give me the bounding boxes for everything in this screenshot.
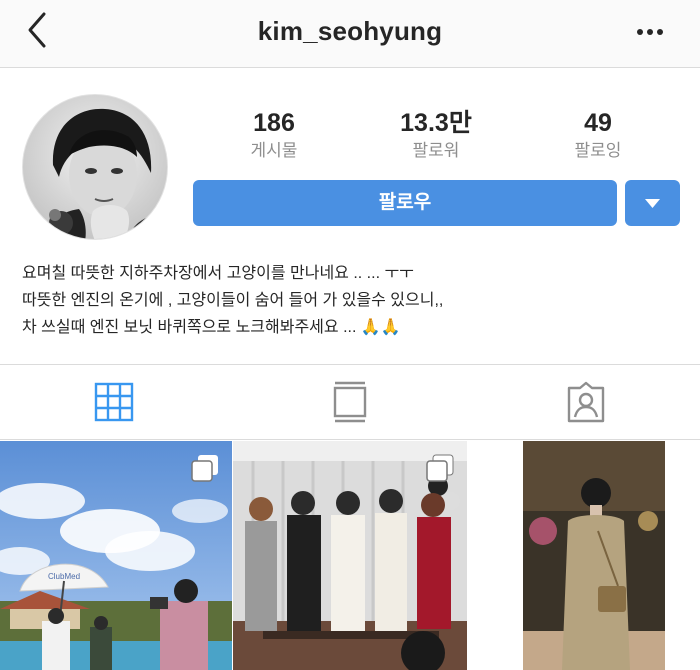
more-horizontal-icon [637, 29, 663, 35]
follow-button[interactable]: 팔로우 [193, 180, 617, 226]
multiple-photos-icon [426, 454, 454, 482]
caret-down-icon [645, 199, 660, 208]
followers-count: 13.3만 [400, 109, 472, 137]
profile-bio: 요며칠 따뜻한 지하주차장에서 고양이를 만나네요 .. ... ㅜㅜ 따뜻한 … [22, 260, 682, 341]
posts-count: 186 [253, 109, 295, 137]
following-label: 팔로잉 [574, 141, 622, 160]
top-nav-bar: kim_seohyung [0, 0, 700, 68]
bio-line: 따뜻한 엔진의 온기에 , 고양이들이 숨어 들어 가 있을수 있으니,, [22, 292, 444, 309]
stat-followers[interactable]: 13.3만 팔로워 [366, 108, 506, 163]
more-options-button[interactable] [630, 18, 670, 46]
post-image [468, 441, 700, 670]
profile-avatar[interactable] [22, 94, 168, 240]
avatar-photo [23, 95, 167, 239]
posts-grid: ClubMed [0, 441, 700, 670]
post-thumbnail[interactable]: ClubMed [0, 441, 232, 670]
followers-label: 팔로워 [412, 141, 460, 160]
stat-posts: 186 게시물 [204, 108, 344, 163]
bio-line: 차 쓰실때 엔진 보닛 바퀴쪽으로 노크해봐주세요 ... 🙏🙏 [22, 319, 401, 336]
tab-feed[interactable] [325, 379, 375, 427]
posts-label: 게시물 [250, 141, 298, 160]
profile-tabs [0, 364, 700, 440]
umbrella-text: ClubMed [48, 572, 80, 581]
post-thumbnail[interactable] [468, 441, 700, 670]
following-count: 49 [584, 109, 612, 137]
suggested-accounts-dropdown-button[interactable] [625, 180, 680, 226]
grid-icon [94, 382, 134, 422]
feed-icon [333, 381, 367, 423]
tab-grid[interactable] [89, 379, 139, 427]
tagged-user-icon [567, 381, 605, 423]
profile-username: kim_seohyung [257, 16, 443, 46]
bio-line: 요며칠 따뜻한 지하주차장에서 고양이를 만나네요 .. ... ㅜㅜ [22, 265, 414, 282]
post-thumbnail[interactable] [233, 441, 467, 670]
multiple-photos-icon [191, 455, 218, 482]
stat-following[interactable]: 49 팔로잉 [528, 108, 668, 163]
tab-tagged[interactable] [561, 379, 611, 427]
